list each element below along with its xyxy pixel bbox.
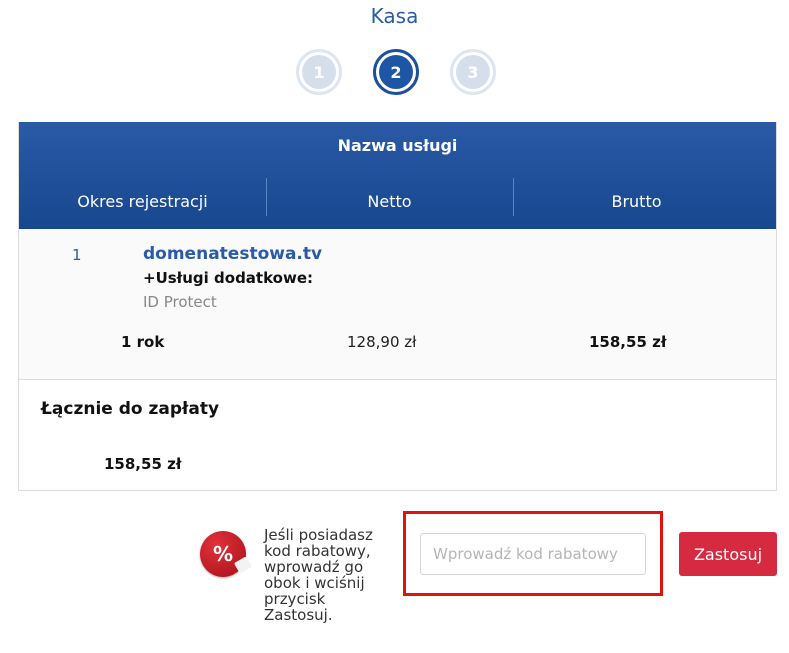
domain-name: domenatestowa.tv [143,244,323,264]
price-brutto: 158,55 zł [589,333,667,351]
table-row: 1 domenatestowa.tv +Usługi dodatkowe: ID… [19,229,776,380]
step-1-number: 1 [302,55,336,89]
coupon-info-text: Jeśli posiadasz kod rabatowy, wprowadź g… [264,526,373,624]
extras-label: +Usługi dodatkowe: [143,269,314,287]
step-2-number: 2 [379,55,413,89]
percent-badge-icon: % [200,531,253,577]
extra-service: ID Protect [143,293,217,311]
total-label: Łącznie do zapłaty [41,399,220,419]
order-summary-table: Nazwa usługi Okres rejestracji Netto Bru… [18,122,777,491]
row-index: 1 [72,246,82,264]
page-title: Kasa [370,4,419,28]
checkout-steps: 1 2 3 [0,49,789,95]
step-2[interactable]: 2 [373,49,419,95]
header-netto: Netto [367,192,412,211]
header-service: Nazwa usługi [337,136,458,155]
registration-period: 1 rok [121,333,165,351]
coupon-code-input[interactable] [420,533,646,575]
apply-coupon-button[interactable]: Zastosuj [679,532,777,576]
step-3-number: 3 [456,55,490,89]
total-value: 158,55 zł [104,455,182,473]
price-netto: 128,90 zł [347,333,417,351]
header-brutto: Brutto [611,192,662,211]
step-1[interactable]: 1 [296,49,342,95]
step-3[interactable]: 3 [450,49,496,95]
header-period: Okres rejestracji [77,192,208,211]
table-header: Nazwa usługi Okres rejestracji Netto Bru… [19,122,776,229]
